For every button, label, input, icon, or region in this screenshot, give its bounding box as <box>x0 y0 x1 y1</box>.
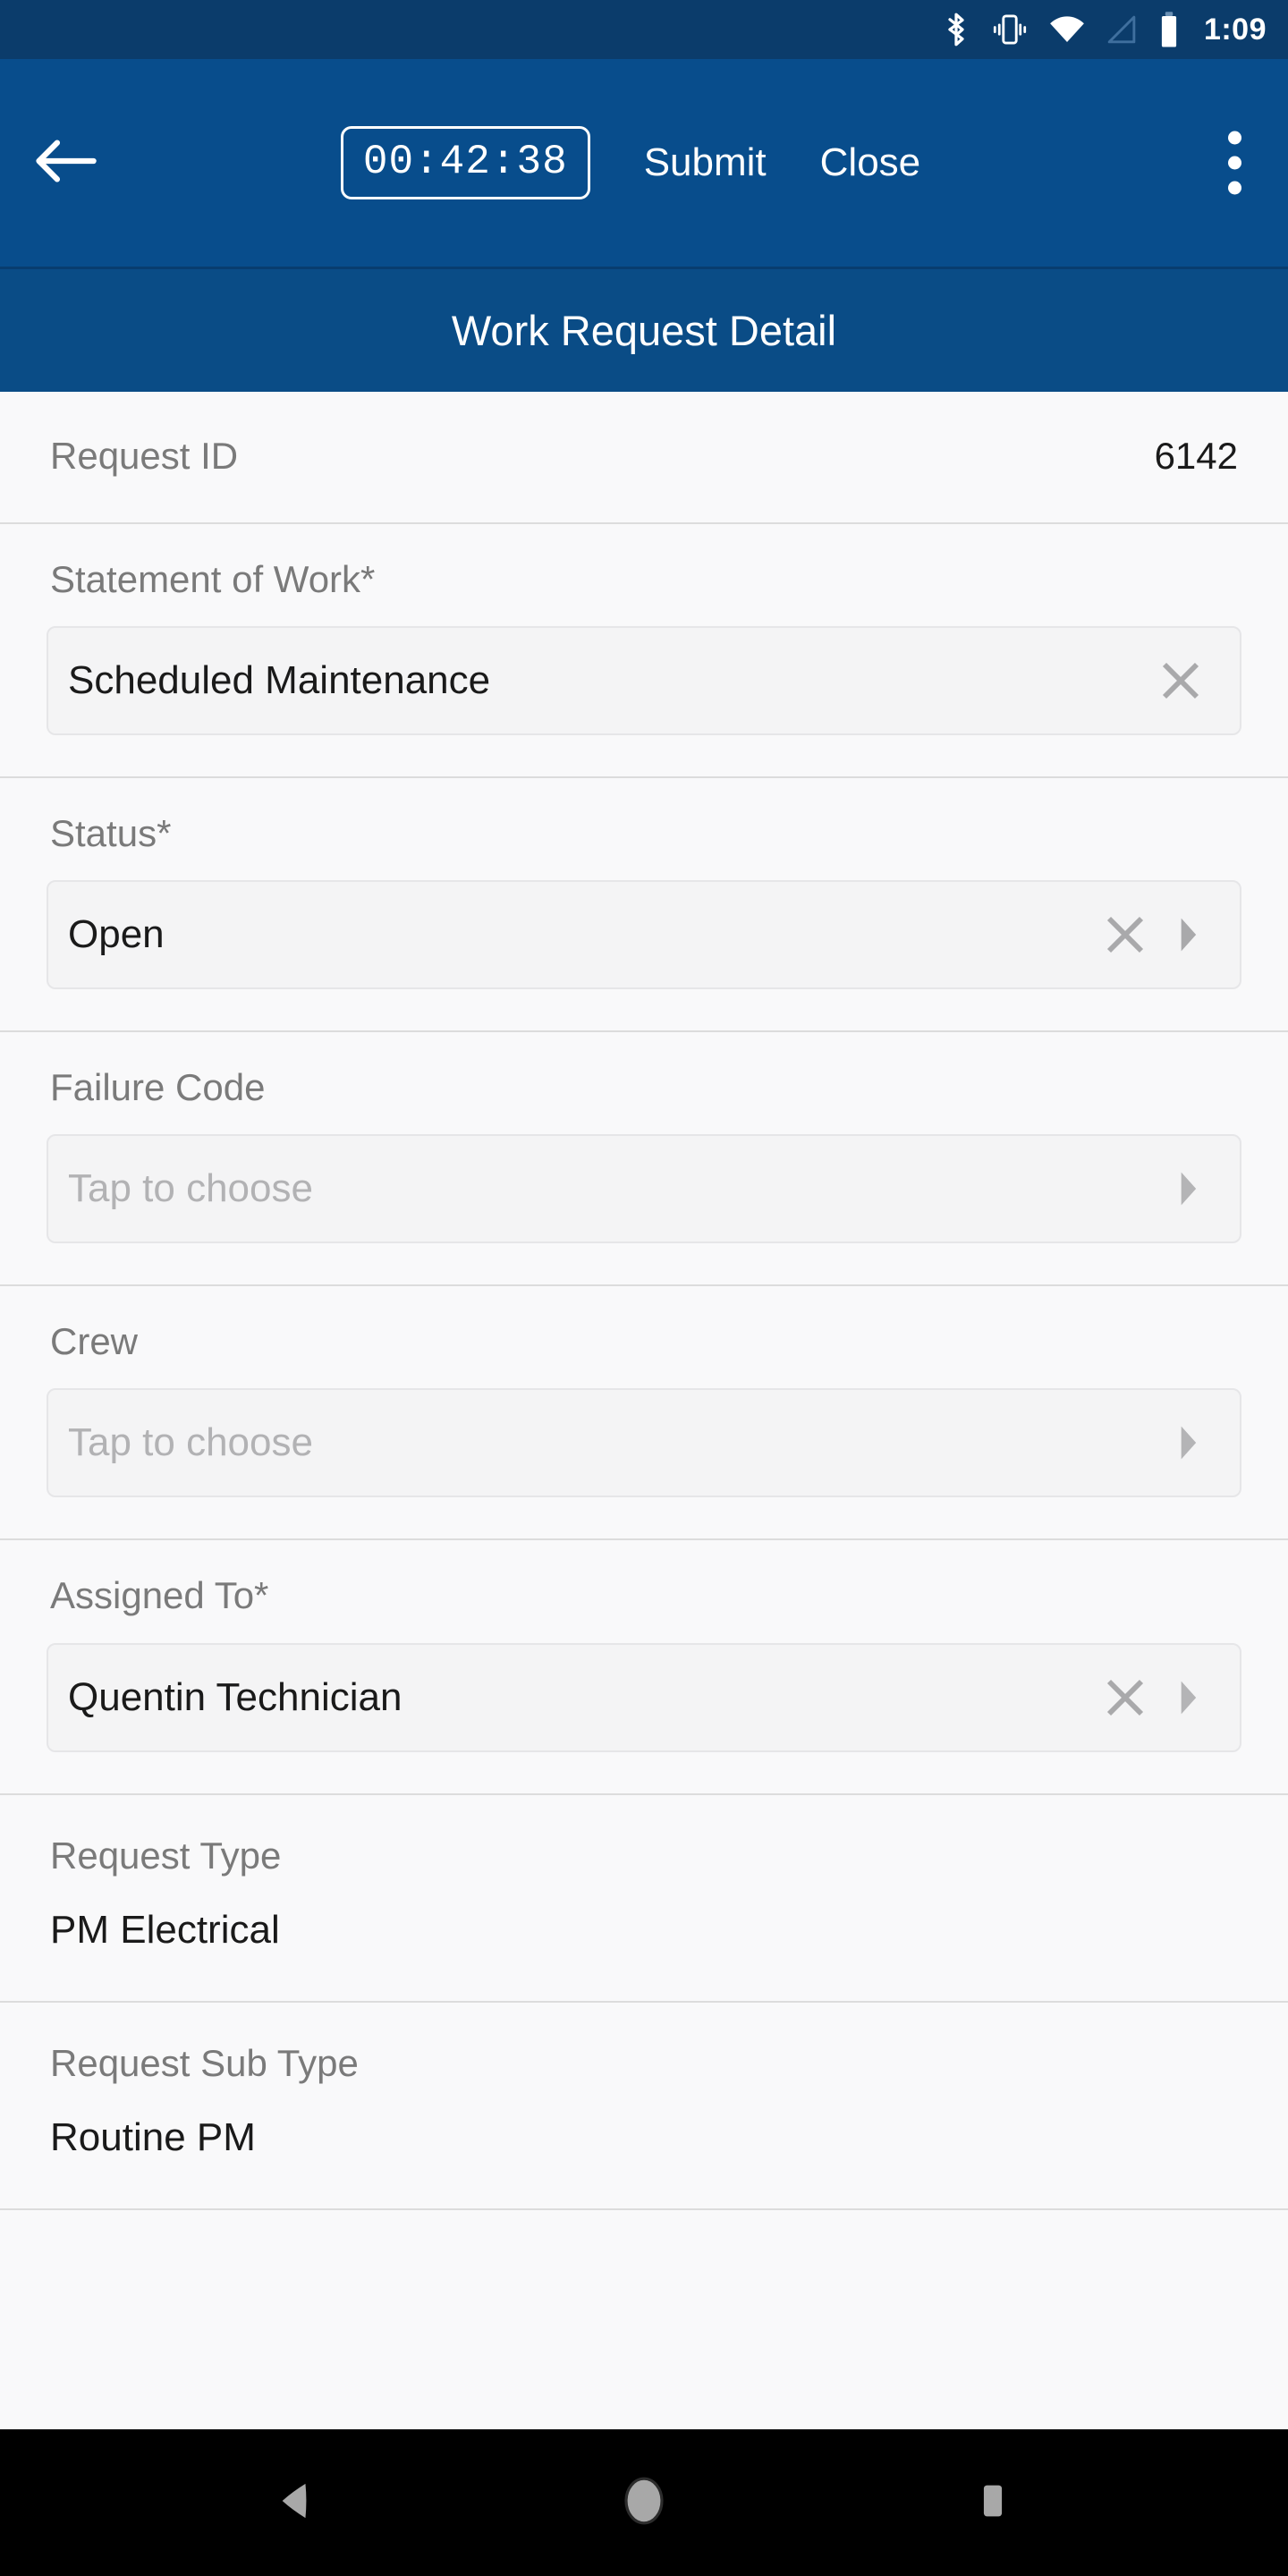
assigned-to-label: Assigned To* <box>50 1574 269 1617</box>
row-failure-code: Failure Code Tap to choose <box>0 1032 1288 1287</box>
statement-of-work-field[interactable]: Scheduled Maintenance <box>47 626 1241 736</box>
request-id-label: Request ID <box>50 435 239 477</box>
clear-x-icon[interactable] <box>1093 1665 1157 1730</box>
status-bar: 1:09 <box>0 0 1288 59</box>
caret-right-icon[interactable] <box>1163 1665 1213 1730</box>
vibrate-icon <box>991 12 1029 47</box>
nav-home-circle-icon <box>621 2476 667 2530</box>
nav-home-button[interactable] <box>555 2476 733 2530</box>
cellular-signal-icon <box>1106 13 1138 46</box>
submit-button[interactable]: Submit <box>617 143 793 182</box>
failure-code-placeholder: Tap to choose <box>68 1166 313 1211</box>
crew-field[interactable]: Tap to choose <box>47 1388 1241 1498</box>
content-tail-spacer <box>0 2210 1288 2274</box>
row-request-type: Request Type PM Electrical <box>0 1794 1288 2003</box>
more-vertical-icon[interactable] <box>1219 123 1250 204</box>
nav-back-button[interactable] <box>206 2480 385 2526</box>
status-field[interactable]: Open <box>47 880 1241 990</box>
statement-of-work-label: Statement of Work* <box>50 558 376 601</box>
failure-code-field[interactable]: Tap to choose <box>47 1134 1241 1244</box>
back-arrow-icon <box>34 134 100 192</box>
clear-x-icon[interactable] <box>1093 902 1157 967</box>
failure-code-label: Failure Code <box>50 1066 266 1109</box>
bluetooth-icon <box>941 11 971 48</box>
nav-recents-button[interactable] <box>903 2481 1082 2525</box>
status-bar-clock: 1:09 <box>1203 13 1267 47</box>
screen-title-bar: Work Request Detail <box>0 267 1288 392</box>
request-id-value: 6142 <box>1154 435 1238 477</box>
nav-recents-square-icon <box>978 2481 1008 2525</box>
assigned-to-value: Quentin Technician <box>68 1674 402 1719</box>
app-bar-actions: 00:42:38 Submit Close <box>0 59 1288 267</box>
phone-screen: 1:09 00:42:38 Submit Close Work Request … <box>0 0 1288 2576</box>
status-value: Open <box>68 912 165 957</box>
status-label: Status* <box>50 812 172 855</box>
row-status: Status* Open <box>0 778 1288 1033</box>
assigned-to-field[interactable]: Quentin Technician <box>47 1642 1241 1752</box>
request-type-value: PM Electrical <box>50 1907 280 1952</box>
wifi-icon <box>1048 13 1086 46</box>
caret-right-icon[interactable] <box>1163 902 1213 967</box>
back-button[interactable] <box>0 134 134 192</box>
app-bar: 00:42:38 Submit Close <box>0 59 1288 267</box>
row-request-sub-type: Request Sub Type Routine PM <box>0 2002 1288 2211</box>
android-nav-bar <box>0 2429 1288 2576</box>
row-statement-of-work: Statement of Work* Scheduled Maintenance <box>0 524 1288 779</box>
caret-right-icon[interactable] <box>1163 1411 1213 1475</box>
nav-back-triangle-icon <box>276 2480 314 2526</box>
request-sub-type-value: Routine PM <box>50 2114 256 2159</box>
statement-of-work-value: Scheduled Maintenance <box>68 658 491 703</box>
close-button[interactable]: Close <box>793 143 948 182</box>
request-type-label: Request Type <box>50 1834 282 1877</box>
crew-label: Crew <box>50 1320 139 1363</box>
timer-display[interactable]: 00:42:38 <box>340 126 590 199</box>
page-title: Work Request Detail <box>451 307 837 354</box>
battery-icon <box>1157 11 1181 48</box>
caret-right-icon[interactable] <box>1163 1157 1213 1221</box>
request-sub-type-label: Request Sub Type <box>50 2041 359 2084</box>
crew-placeholder: Tap to choose <box>68 1420 313 1465</box>
form-content: Request ID 6142 Statement of Work* Sched… <box>0 392 1288 2429</box>
row-crew: Crew Tap to choose <box>0 1286 1288 1541</box>
clear-x-icon[interactable] <box>1148 648 1213 713</box>
row-assigned-to: Assigned To* Quentin Technician <box>0 1540 1288 1795</box>
row-request-id: Request ID 6142 <box>0 392 1288 525</box>
